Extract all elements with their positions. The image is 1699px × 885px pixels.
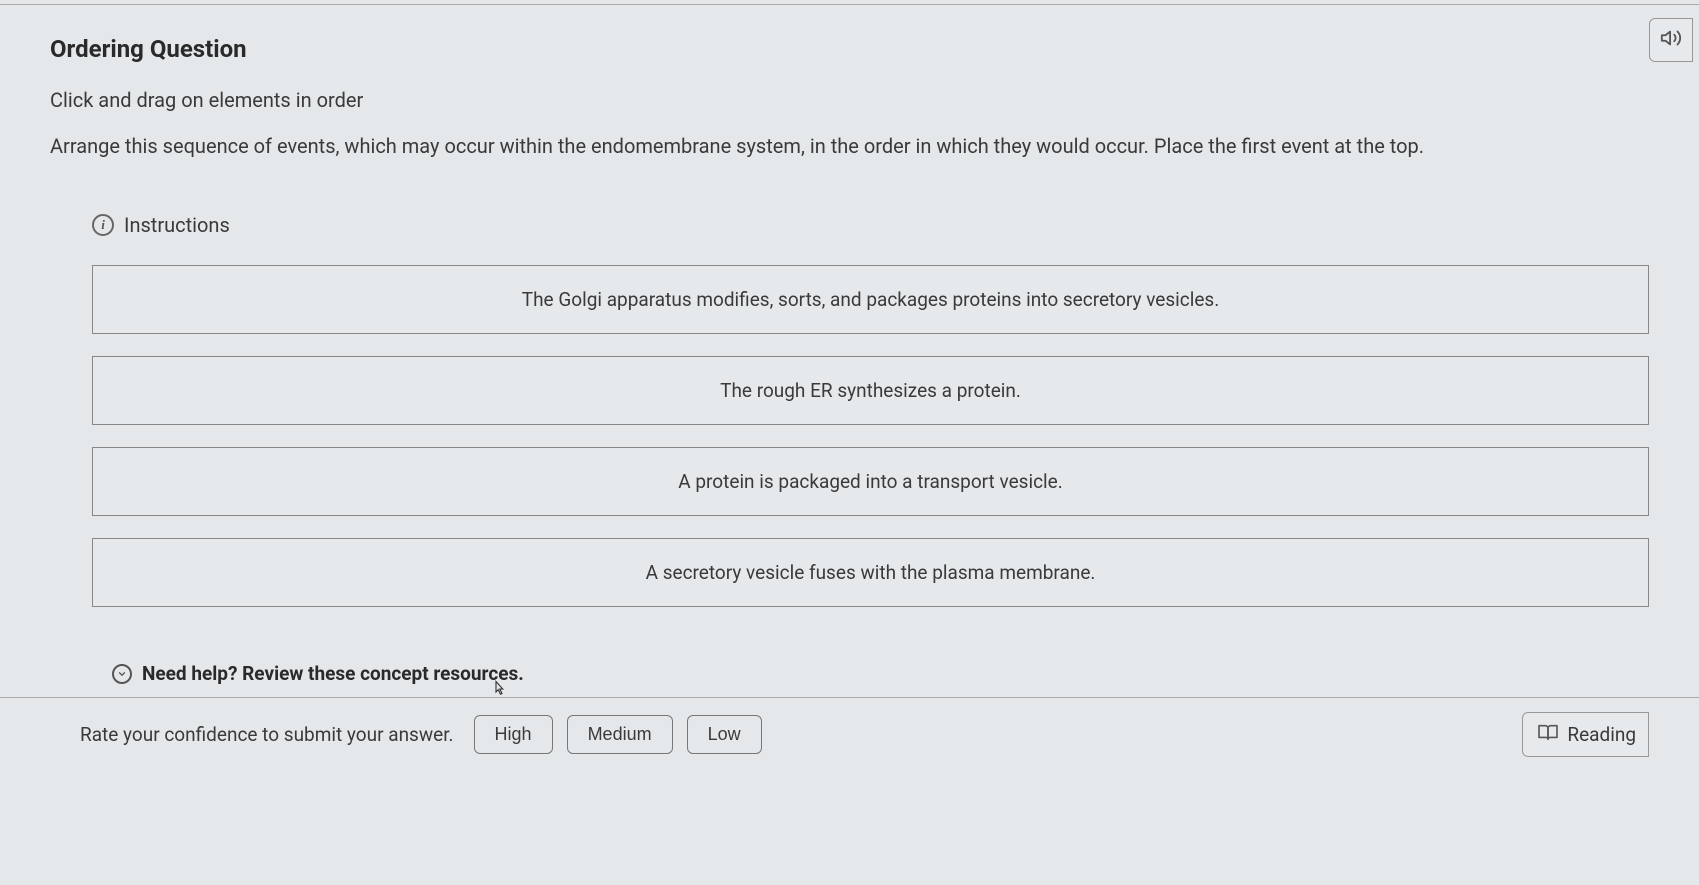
- confidence-low-button[interactable]: Low: [687, 715, 762, 754]
- instructions-header: i Instructions: [92, 213, 1649, 237]
- question-title: Ordering Question: [50, 35, 1649, 63]
- reading-button[interactable]: Reading: [1522, 712, 1649, 757]
- instructions-label: Instructions: [124, 213, 230, 237]
- drag-instruction: Click and drag on elements in order: [50, 88, 1649, 112]
- order-item[interactable]: A secretory vesicle fuses with the plasm…: [92, 538, 1649, 607]
- confidence-medium-button[interactable]: Medium: [567, 715, 673, 754]
- footer-bar: Rate your confidence to submit your answ…: [0, 697, 1699, 771]
- help-label: Need help? Review these concept resource…: [142, 662, 524, 685]
- question-container: Ordering Question Click and drag on elem…: [0, 4, 1699, 685]
- question-prompt: Arrange this sequence of events, which m…: [50, 134, 1649, 158]
- order-item[interactable]: The Golgi apparatus modifies, sorts, and…: [92, 265, 1649, 334]
- info-icon: i: [92, 214, 114, 236]
- chevron-down-icon: [112, 664, 132, 684]
- orderable-list: The Golgi apparatus modifies, sorts, and…: [92, 265, 1649, 607]
- help-toggle[interactable]: Need help? Review these concept resource…: [112, 662, 1649, 685]
- reading-label: Reading: [1567, 723, 1636, 746]
- book-icon: [1537, 723, 1559, 746]
- order-item[interactable]: The rough ER synthesizes a protein.: [92, 356, 1649, 425]
- speaker-icon: [1660, 27, 1682, 53]
- confidence-high-button[interactable]: High: [474, 715, 553, 754]
- audio-button[interactable]: [1649, 18, 1693, 62]
- order-item[interactable]: A protein is packaged into a transport v…: [92, 447, 1649, 516]
- rate-confidence-label: Rate your confidence to submit your answ…: [80, 723, 454, 746]
